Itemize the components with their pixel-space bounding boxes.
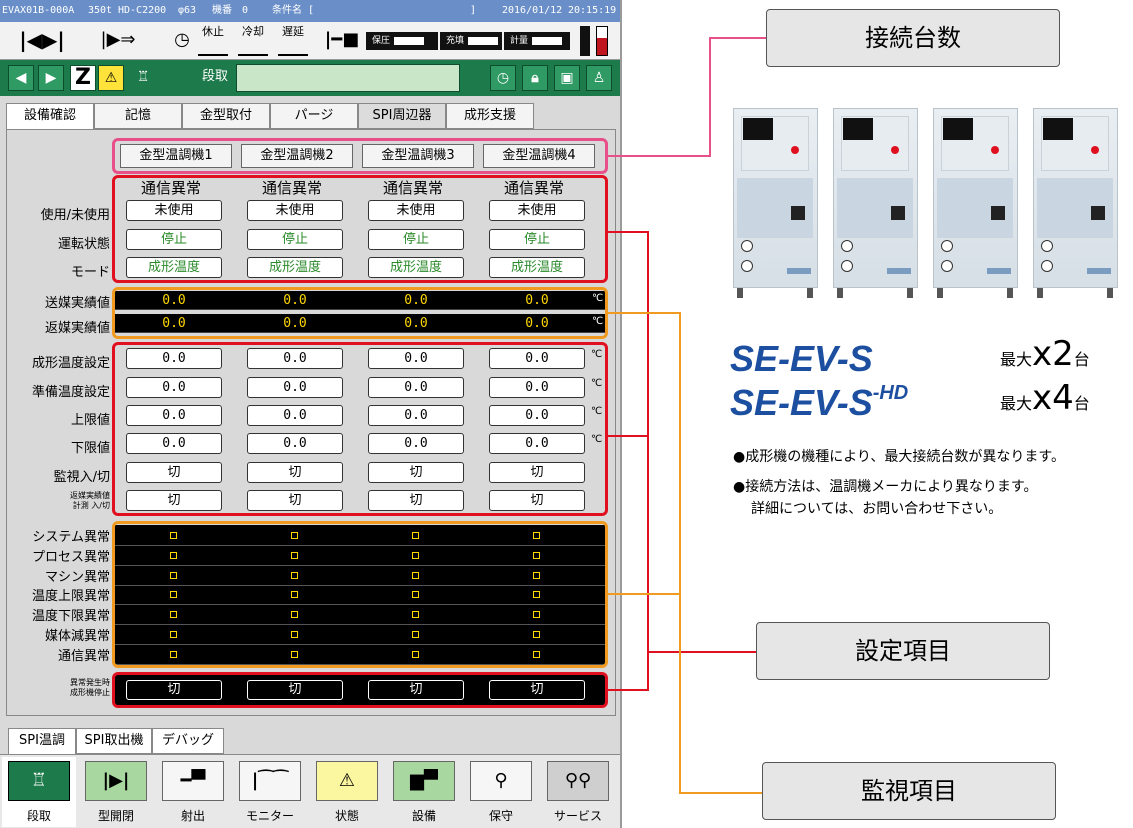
note-2: ●接続方法は、温調機メーカにより異なります。 [733, 479, 1038, 495]
temp-controller-image-3 [933, 108, 1018, 298]
max-prefix-2: 最大 [1000, 394, 1033, 413]
max-prefix-1: 最大 [1000, 350, 1033, 369]
max-unit-1: 台 [1073, 350, 1090, 369]
max-count-1: x2 [1032, 334, 1074, 374]
note-3: 詳細については、お問い合わせ下さい。 [751, 501, 1003, 517]
monitoring-callout: 監視項目 [762, 762, 1056, 820]
model-max-1: 最大x2台 [1000, 334, 1090, 374]
model-name-2-base: SE-EV-S [730, 382, 873, 423]
max-count-2: x4 [1032, 378, 1074, 418]
temp-controller-image-4 [1033, 108, 1118, 298]
model-name-2: SE-EV-S-HD [730, 382, 908, 424]
connected-units-callout: 接続台数 [766, 9, 1060, 67]
temp-controller-image-2 [833, 108, 918, 298]
model-name-2-suffix: -HD [872, 382, 909, 404]
note-1: ●成形機の機種により、最大接続台数が異なります。 [733, 449, 1065, 465]
temp-controller-image-1 [733, 108, 818, 298]
max-unit-2: 台 [1073, 394, 1090, 413]
settings-callout: 設定項目 [756, 622, 1050, 680]
model-max-2: 最大x4台 [1000, 378, 1090, 418]
model-name-1: SE-EV-S [730, 338, 873, 379]
